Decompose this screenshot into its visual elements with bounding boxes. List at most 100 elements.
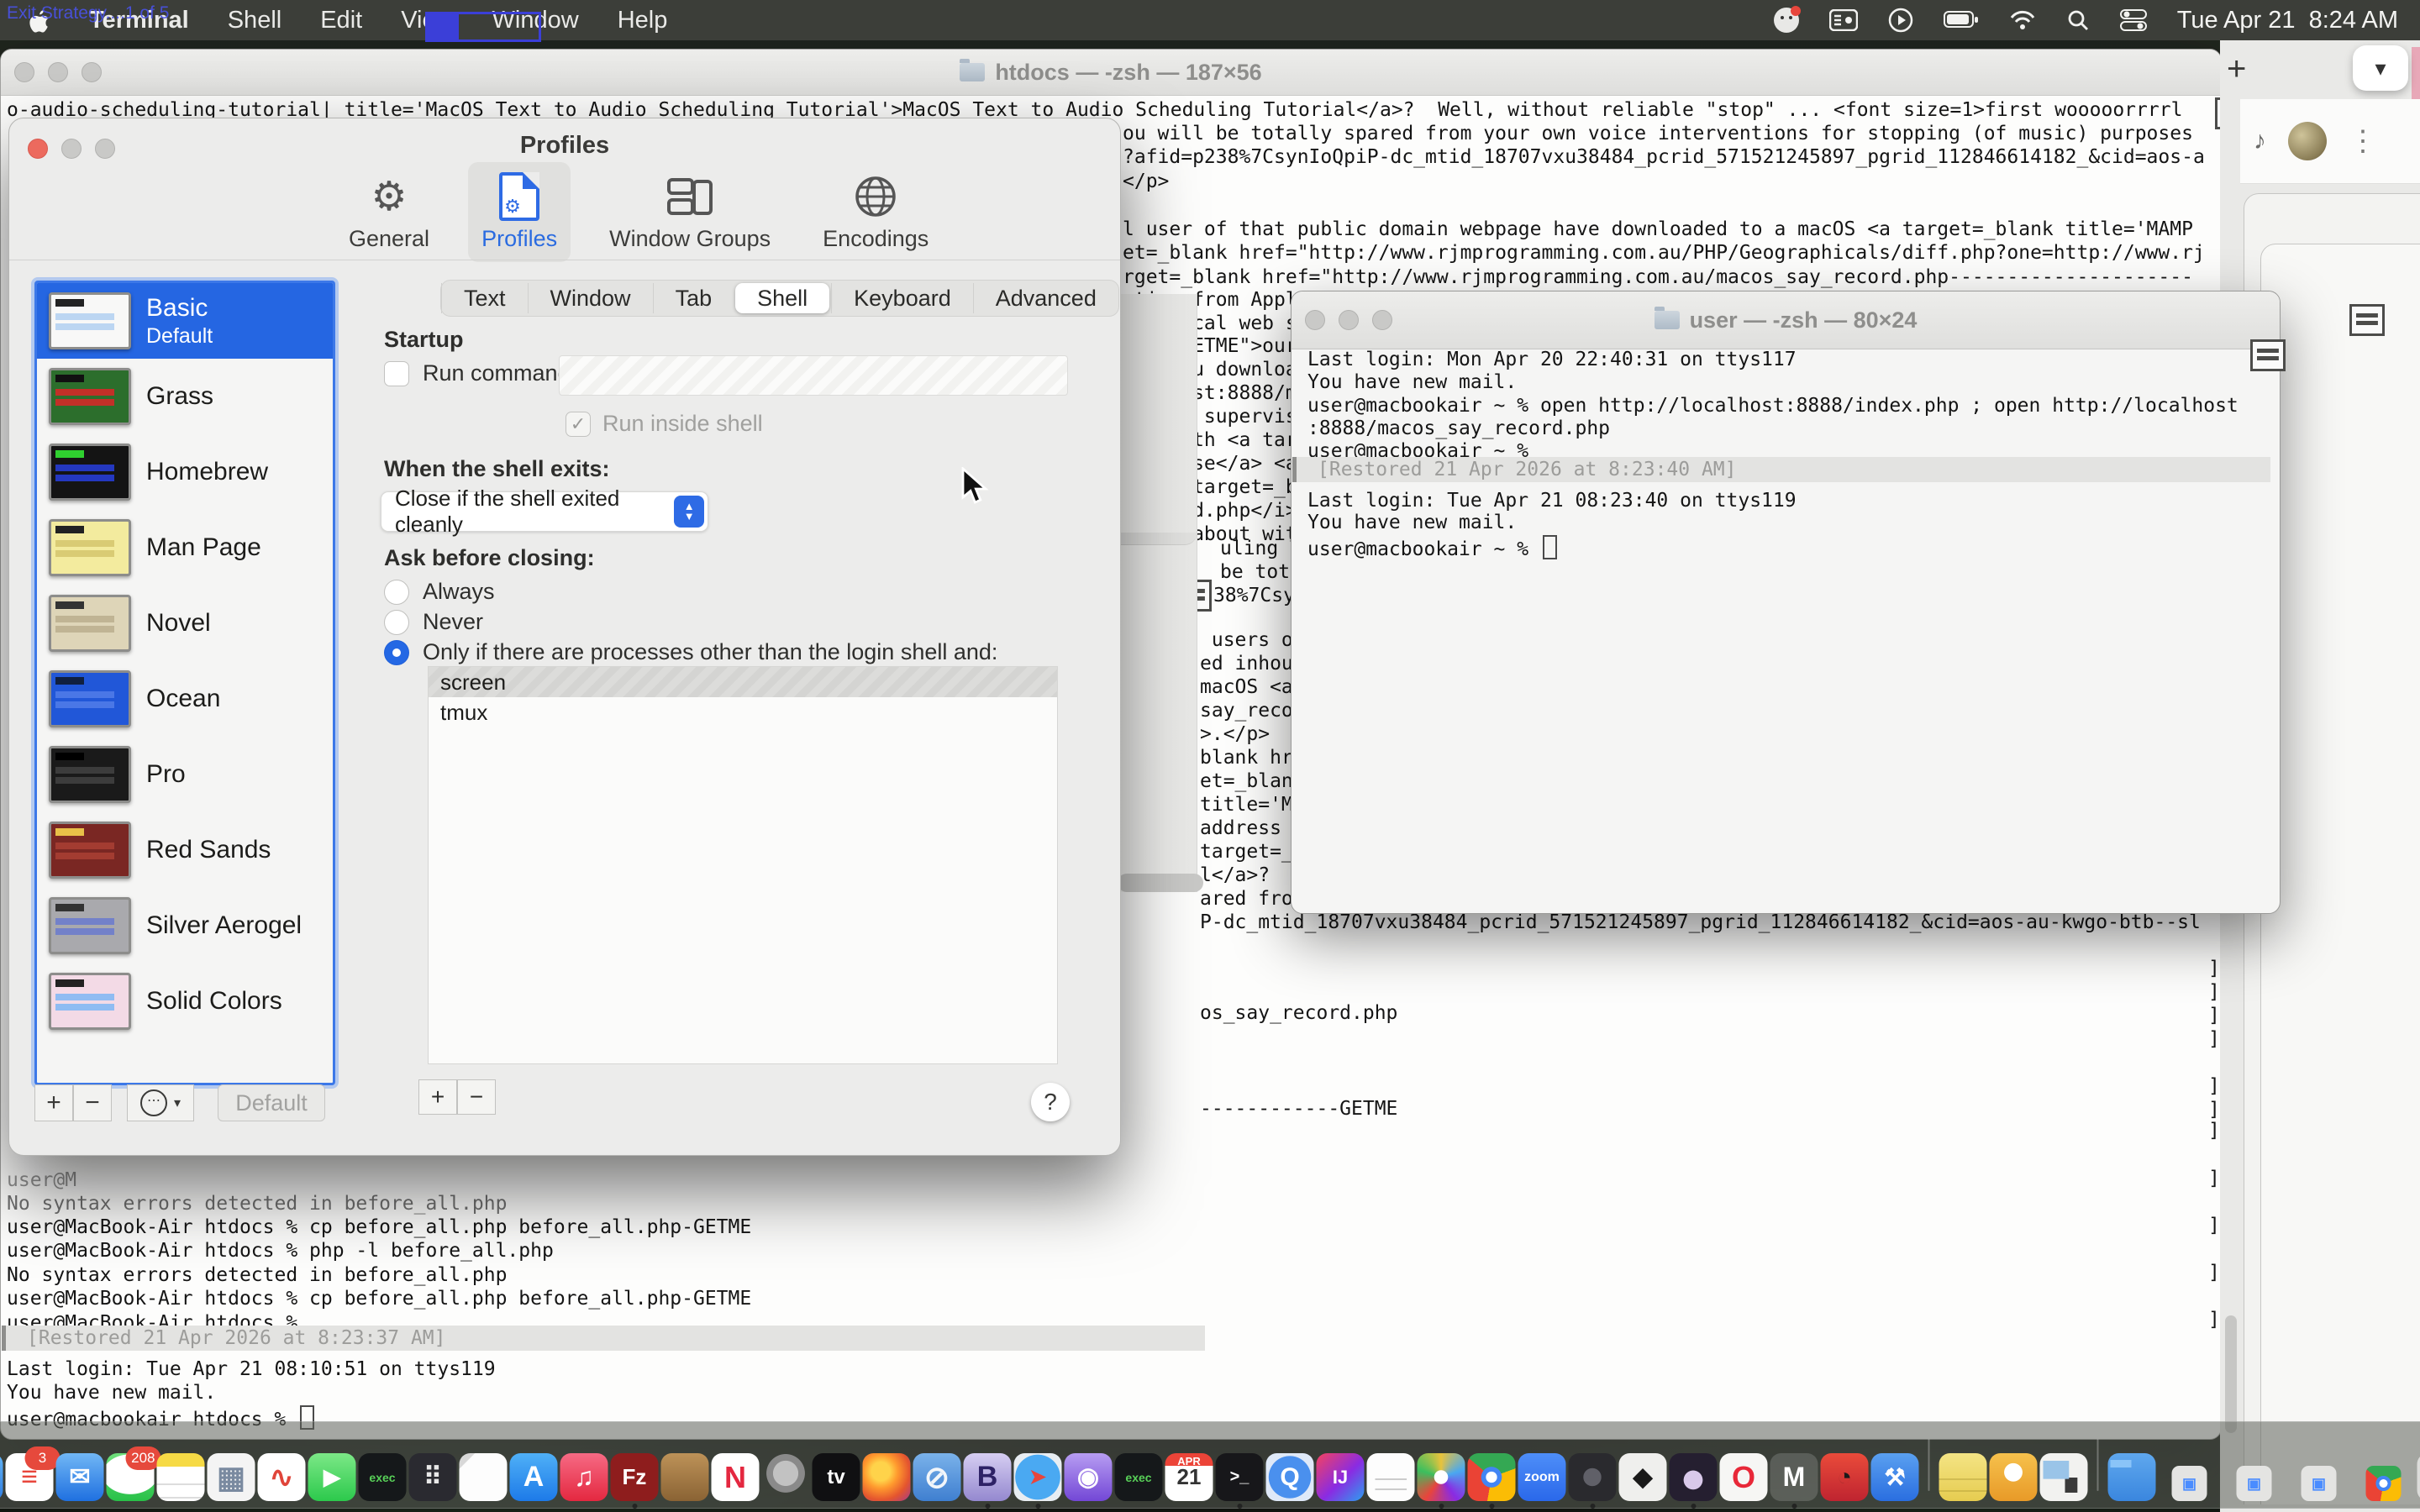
- dock-icon[interactable]: ▣: [2237, 1466, 2272, 1501]
- dock-icon[interactable]: [2108, 1453, 2156, 1501]
- horizontal-scrollbar-thumb[interactable]: [1118, 874, 1203, 892]
- menu-item[interactable]: Edit: [320, 7, 362, 34]
- minimize-button[interactable]: [48, 62, 68, 82]
- keyboard-panel-icon[interactable]: [1829, 9, 1858, 31]
- dock-icon[interactable]: >_: [1216, 1453, 1264, 1501]
- process-list-item[interactable]: tmux: [429, 697, 1057, 727]
- dock-icon[interactable]: Fz: [611, 1453, 659, 1501]
- tab[interactable]: Keyboard: [831, 283, 973, 313]
- profile-row[interactable]: Homebrew: [37, 434, 333, 510]
- set-default-button[interactable]: Default: [218, 1084, 325, 1121]
- dock-icon[interactable]: [1939, 1453, 1987, 1501]
- dock-icon[interactable]: zoom: [1518, 1453, 1566, 1501]
- dock-icon[interactable]: Q: [1266, 1453, 1314, 1501]
- toolbar-item-profiles[interactable]: Profiles: [468, 162, 571, 262]
- minimize-button[interactable]: [1339, 310, 1359, 330]
- menu-item[interactable]: Shell: [228, 7, 282, 34]
- profile-row[interactable]: Basic Default: [37, 283, 333, 359]
- process-list-item[interactable]: screen: [429, 667, 1057, 697]
- play-icon[interactable]: [1888, 8, 1913, 33]
- toolbar-item-general[interactable]: ⚙ General: [335, 162, 443, 262]
- menu-item[interactable]: Help: [618, 7, 668, 34]
- close-button[interactable]: [14, 62, 34, 82]
- window-chevron-button[interactable]: ▾: [2353, 45, 2408, 91]
- terminal-settings-window[interactable]: Profiles ⚙ General Profiles Window Group…: [8, 118, 1121, 1156]
- dock-icon[interactable]: [863, 1453, 911, 1501]
- dock-icon[interactable]: 208: [107, 1453, 155, 1501]
- avatar[interactable]: [2288, 122, 2327, 160]
- vertical-scrollbar-thumb[interactable]: [2225, 1315, 2237, 1433]
- help-button[interactable]: ?: [1031, 1083, 1070, 1121]
- profile-row[interactable]: Grass: [37, 359, 333, 434]
- dock-icon[interactable]: ◉: [1065, 1453, 1113, 1501]
- kebab-menu-icon[interactable]: ⋮: [2349, 124, 2377, 158]
- run-command-checkbox[interactable]: [384, 361, 409, 386]
- remove-profile-button[interactable]: −: [73, 1084, 112, 1121]
- htdocs-titlebar[interactable]: htdocs — -zsh — 187×56: [1, 50, 2221, 96]
- tab[interactable]: Advanced: [973, 283, 1118, 313]
- dock-icon[interactable]: [661, 1453, 709, 1501]
- profile-row[interactable]: Solid Colors: [37, 963, 333, 1039]
- dock-icon[interactable]: ⊘: [913, 1453, 961, 1501]
- dock-icon[interactable]: [1670, 1453, 1718, 1501]
- toolbar-item-encodings[interactable]: Encodings: [809, 162, 942, 262]
- dock-icon[interactable]: [1367, 1453, 1415, 1501]
- zoom-button[interactable]: [1372, 310, 1392, 330]
- dock-icon[interactable]: M: [1770, 1453, 1818, 1501]
- profile-actions-menu-button[interactable]: ⋯ ▾: [127, 1084, 194, 1121]
- tab[interactable]: Window: [528, 283, 653, 313]
- dock-icon[interactable]: ⚒: [1871, 1453, 1919, 1501]
- dock-icon[interactable]: [460, 1453, 508, 1501]
- shell-exits-dropdown[interactable]: Close if the shell exited cleanly ▲▼: [381, 491, 708, 532]
- dock-icon[interactable]: [2417, 1453, 2420, 1501]
- dock-icon[interactable]: B: [964, 1453, 1012, 1501]
- new-tab-button[interactable]: +: [2227, 50, 2246, 88]
- profile-row[interactable]: Silver Aerogel: [37, 888, 333, 963]
- run-command-input[interactable]: [559, 355, 1068, 396]
- dock-icon[interactable]: exec: [359, 1453, 407, 1501]
- dock-icon[interactable]: ◔: [1821, 1453, 1869, 1501]
- add-process-button[interactable]: +: [418, 1079, 457, 1115]
- radio-never[interactable]: [384, 610, 409, 635]
- control-center-icon[interactable]: [2120, 8, 2147, 32]
- zoom-button[interactable]: [82, 62, 102, 82]
- dock-icon[interactable]: ➤: [1014, 1453, 1062, 1501]
- dock-icon[interactable]: [1468, 1453, 1516, 1501]
- dock-icon[interactable]: [1928, 1439, 1930, 1491]
- profile-row[interactable]: Pro: [37, 737, 333, 812]
- dock-icon[interactable]: [157, 1453, 205, 1501]
- dock-icon[interactable]: ▶: [308, 1453, 356, 1501]
- dock-icon[interactable]: 21 APR: [1165, 1453, 1213, 1501]
- dock-icon[interactable]: ✉: [56, 1453, 104, 1501]
- remove-process-button[interactable]: −: [457, 1079, 496, 1115]
- status-app-icon[interactable]: [1774, 8, 1799, 33]
- dock-icon[interactable]: ♫: [560, 1453, 608, 1501]
- dock-icon[interactable]: [2097, 1439, 2099, 1491]
- dock-icon[interactable]: ⠿: [409, 1453, 457, 1501]
- user-terminal-window[interactable]: user — -zsh — 80×24: [1291, 291, 2281, 914]
- dock-icon[interactable]: ▣: [2172, 1466, 2207, 1501]
- dock-icon[interactable]: ≡ 3: [6, 1453, 54, 1501]
- dock-icon[interactable]: ▦: [208, 1453, 255, 1501]
- dock-icon[interactable]: [762, 1453, 810, 1501]
- tab[interactable]: Text: [441, 283, 528, 313]
- dock-icon[interactable]: tv: [813, 1453, 860, 1501]
- spotlight-search-icon[interactable]: [2066, 8, 2090, 32]
- radio-always[interactable]: [384, 580, 409, 605]
- tab[interactable]: Tab: [653, 283, 734, 313]
- toolbar-item-window-groups[interactable]: Window Groups: [596, 162, 784, 262]
- run-inside-shell-checkbox[interactable]: ✓: [566, 412, 591, 437]
- dock-icon[interactable]: exec: [1115, 1453, 1163, 1501]
- dock-icon[interactable]: A: [510, 1453, 558, 1501]
- dock-icon[interactable]: ◆: [1619, 1453, 1667, 1501]
- profile-row[interactable]: Man Page: [37, 510, 333, 585]
- dock-icon[interactable]: [1990, 1453, 2038, 1501]
- profile-row[interactable]: Novel: [37, 585, 333, 661]
- menu-bar-clock[interactable]: Tue Apr 21 8:24 AM: [2177, 7, 2398, 34]
- dock-icon[interactable]: ☺: [0, 1453, 3, 1501]
- dock-icon[interactable]: [2040, 1453, 2088, 1501]
- tab[interactable]: Shell: [735, 283, 829, 313]
- add-profile-button[interactable]: +: [34, 1084, 73, 1121]
- dock-icon[interactable]: [1569, 1453, 1617, 1501]
- dock-icon[interactable]: ∿: [258, 1453, 306, 1501]
